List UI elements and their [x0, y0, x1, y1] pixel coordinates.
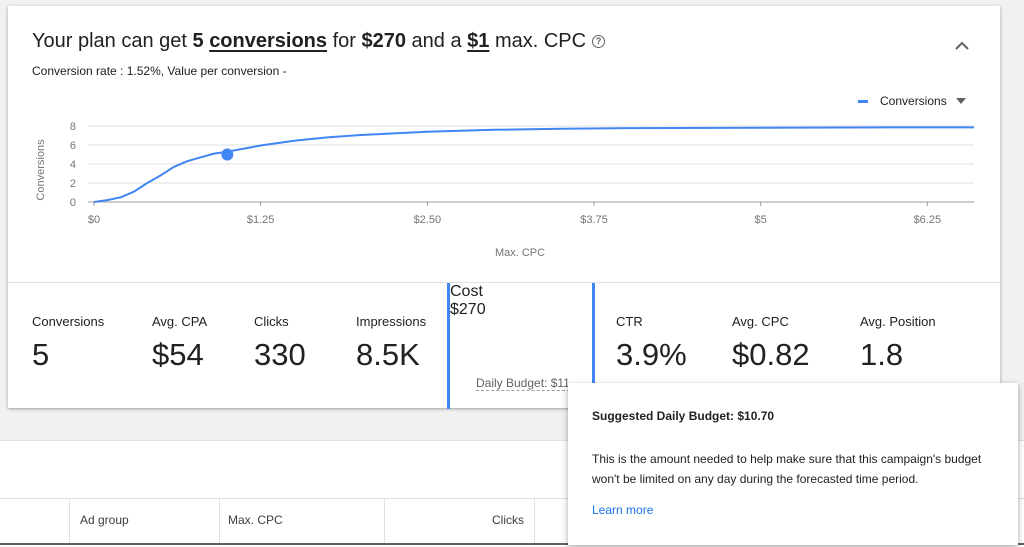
y-tick-label: 6: [70, 140, 76, 152]
column-header-ad-group[interactable]: Ad group: [70, 499, 220, 543]
stat-label: Conversions: [32, 314, 105, 329]
series-line-conversions: [93, 126, 974, 203]
column-header-max-cpc[interactable]: Max. CPC: [220, 499, 385, 543]
x-tick-label: $0: [88, 214, 100, 226]
header-spacer: [0, 499, 70, 543]
stat-value: 5: [32, 337, 50, 372]
stat-label: Cost: [450, 283, 483, 300]
stat-value: 330: [254, 337, 306, 372]
daily-budget-link[interactable]: Daily Budget: $11: [476, 376, 570, 391]
x-tick-label: $2.50: [414, 214, 442, 226]
stat-value: $0.82: [732, 337, 810, 372]
x-tick-label: $1.25: [247, 214, 275, 226]
stat-value: 8.5K: [356, 337, 420, 372]
y-tick-label: 8: [70, 121, 76, 133]
column-header-clicks[interactable]: Clicks: [385, 499, 535, 543]
stat-value: $54: [152, 337, 204, 372]
stat-value: 3.9%: [616, 337, 687, 372]
y-tick-label: 2: [70, 178, 76, 190]
conversions-chart: 0 2 4 6 8 $0 $1.25 $2.50 $3.75 $5 $6.25 Max. CPC Con…: [35, 121, 974, 259]
stat-label: Avg. CPA: [152, 314, 208, 329]
y-axis-title: Conversions: [35, 139, 47, 201]
current-bid-marker: [221, 148, 234, 161]
stat-label: Avg. Position: [860, 314, 936, 329]
x-tick-label: $6.25: [914, 214, 942, 226]
learn-more-link[interactable]: Learn more: [592, 503, 653, 517]
tooltip-title: Suggested Daily Budget: $10.70: [592, 409, 775, 423]
stat-label: Clicks: [254, 314, 289, 329]
x-tick-label: $5: [755, 214, 767, 226]
y-tick-label: 0: [70, 197, 76, 209]
stat-value: $270: [450, 301, 486, 318]
stat-label: Impressions: [356, 314, 427, 329]
x-tick-label: $3.75: [580, 214, 608, 226]
stat-label: CTR: [616, 314, 643, 329]
tooltip-body: This is the amount needed to help make s…: [592, 452, 982, 486]
budget-tooltip: Suggested Daily Budget: $10.70 This is t…: [568, 383, 1018, 545]
stat-label: Avg. CPC: [732, 314, 789, 329]
stat-value: 1.8: [860, 337, 904, 372]
y-tick-label: 4: [70, 159, 76, 171]
x-axis-title: Max. CPC: [495, 247, 545, 259]
